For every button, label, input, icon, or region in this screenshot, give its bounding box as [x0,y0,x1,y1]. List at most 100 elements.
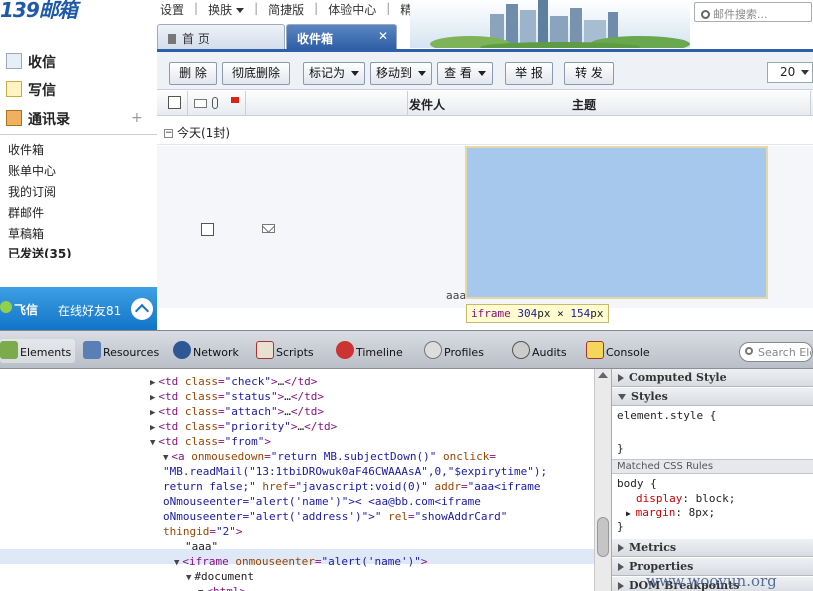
devtools-tab-timeline[interactable]: Timeline [336,339,403,363]
dom-node-line[interactable]: oNmouseenter="alert('name')">< <aa@bb.co… [163,494,481,509]
delete-button[interactable]: 删 除 [169,62,217,85]
folder-drafts[interactable]: 草稿箱 [8,225,44,242]
view-button[interactable]: 查 看 [437,62,493,85]
feixin-bar[interactable]: 飞信 在线好友81 [0,287,157,330]
nav-contacts-label: 通讯录 [28,112,70,128]
expand-icon[interactable]: ▶ [150,408,155,418]
dom-token: "attach" [224,405,278,418]
dom-token: onmouseenter [235,555,315,568]
dom-token: class [184,435,219,448]
attachment-icon [212,97,218,109]
date-group-header[interactable]: − 今天(1封) [157,117,813,145]
mail-search-input[interactable]: 邮件搜索... [694,2,812,22]
devtools-search-input[interactable]: Search Ele [739,342,813,362]
expand-icon[interactable]: ▶ [150,423,155,433]
nav-contacts[interactable]: 通讯录 [6,109,70,129]
row-from-text[interactable]: aaa [446,289,466,302]
nav-receive[interactable]: 收信 [6,52,56,72]
nav-separator: | [254,1,259,15]
collapse-icon[interactable]: ▼ [186,573,191,583]
nav-separator: | [314,1,319,15]
dom-token: class [184,405,219,418]
page-size-select[interactable]: 20 [767,62,813,83]
dom-tree[interactable]: ▶ <td class="check">…</td> ▶ <td class="sta… [0,369,594,591]
nav-settings[interactable]: 设置 [160,1,184,17]
forward-button[interactable]: 转 发 [564,62,614,85]
dom-node-line[interactable]: return false;" href = "javascript:void(0)"… [163,479,541,494]
collapse-icon[interactable]: ▼ [174,558,179,568]
dom-token: "javascript:void(0)" [295,480,428,493]
move-to-button[interactable]: 移动到 [370,62,432,85]
tooltip-tag: iframe [471,307,511,320]
console-icon [586,341,604,359]
row-checkbox[interactable] [201,223,214,236]
devtools-search-placeholder: Search Ele [758,346,813,359]
metrics-label: Metrics [629,541,677,554]
collapse-icon[interactable]: − [164,129,173,138]
report-button[interactable]: 举 报 [505,62,553,85]
css-prop-display[interactable]: display: block; [636,492,735,505]
select-all-checkbox[interactable] [168,96,181,109]
top-nav: 设置| 换肤| 简捷版| 体验中心| 精品订阅 [160,1,448,17]
expand-icon: ▶ [626,509,636,518]
dom-node-line[interactable]: "aaa" [185,539,218,554]
devtools-tab-profiles[interactable]: Profiles [424,339,484,363]
dom-node-line[interactable]: "MB.readMail("13:1tbiDROwuk0aF46CWAAAsA"… [163,464,547,479]
dom-token: <td [158,390,185,403]
folder-inbox[interactable]: 收件箱 [8,141,44,158]
folder-bills[interactable]: 账单中心 [8,162,56,179]
chevron-down-icon [477,71,486,76]
dom-token: = [209,525,216,538]
mark-as-button[interactable]: 标记为 [303,62,365,85]
nav-skin-label: 换肤 [208,3,233,17]
dom-node-line[interactable]: ▼<html> [198,584,246,591]
tooltip-unit: px [537,307,551,320]
scroll-up-icon[interactable] [598,372,608,378]
dom-token: <iframe [182,555,236,568]
css-prop-margin[interactable]: ▶ margin: 8px; [626,506,715,519]
dom-token: </td> [284,375,318,388]
nav-simple[interactable]: 简捷版 [268,1,304,17]
expand-icon[interactable]: ▶ [150,378,155,388]
nav-skin[interactable]: 换肤 [208,1,245,17]
folder-group-mail[interactable]: 群邮件 [8,204,44,221]
close-icon[interactable]: ✕ [378,29,388,43]
add-contact-icon[interactable]: + [131,110,143,126]
tab-inbox-label: 收件箱 [297,32,334,46]
styles-header[interactable]: Styles [612,388,813,406]
devtools-tab-scripts[interactable]: Scripts [256,339,314,363]
nav-write[interactable]: 写信 [6,80,56,100]
delete-permanent-button[interactable]: 彻底删除 [222,62,290,85]
body-rule-selector[interactable]: body { [617,477,657,490]
dom-node-line[interactable]: oNmouseenter="alert('address')">" rel="s… [163,509,507,524]
folder-sent[interactable]: 已发送(35) [8,245,72,258]
collapse-icon[interactable]: ▼ [163,453,168,463]
envelope-icon [194,99,207,108]
dom-token: onclick [442,450,490,463]
devtools-tab-elements[interactable]: Elements [0,339,76,363]
dom-scrollbar[interactable] [594,369,611,591]
devtools-tab-network[interactable]: Network [173,339,239,363]
search-icon [701,10,710,19]
chevron-up-icon[interactable] [131,298,153,320]
folder-subscriptions[interactable]: 我的订阅 [8,183,56,200]
dom-token: "from" [224,435,265,448]
element-style-rule[interactable]: element.style { [617,409,716,422]
devtools-tab-audits[interactable]: Audits [512,339,567,363]
brand-logo[interactable]: 139邮箱 [0,0,115,22]
devtools-tab-resources[interactable]: Resources [83,339,159,363]
envelope-icon [262,224,275,233]
dom-node-line[interactable]: thingid="2"> [163,524,242,539]
tab-home[interactable]: 首 页 [157,24,285,49]
column-from-header[interactable]: 发件人 [409,96,445,113]
nav-experience[interactable]: 体验中心 [328,1,376,17]
metrics-header[interactable]: Metrics [612,539,813,557]
expand-icon[interactable]: ▶ [150,393,155,403]
devtools-tab-console[interactable]: Console [586,339,650,363]
tab-inbox[interactable]: 收件箱 ✕ [286,24,397,49]
column-subject-header[interactable]: 主题 [572,96,596,113]
collapse-icon[interactable]: ▼ [150,438,155,448]
scroll-thumb[interactable] [597,517,609,557]
computed-style-header[interactable]: Computed Style [612,369,813,387]
date-group-label: 今天(1封) [177,126,230,140]
